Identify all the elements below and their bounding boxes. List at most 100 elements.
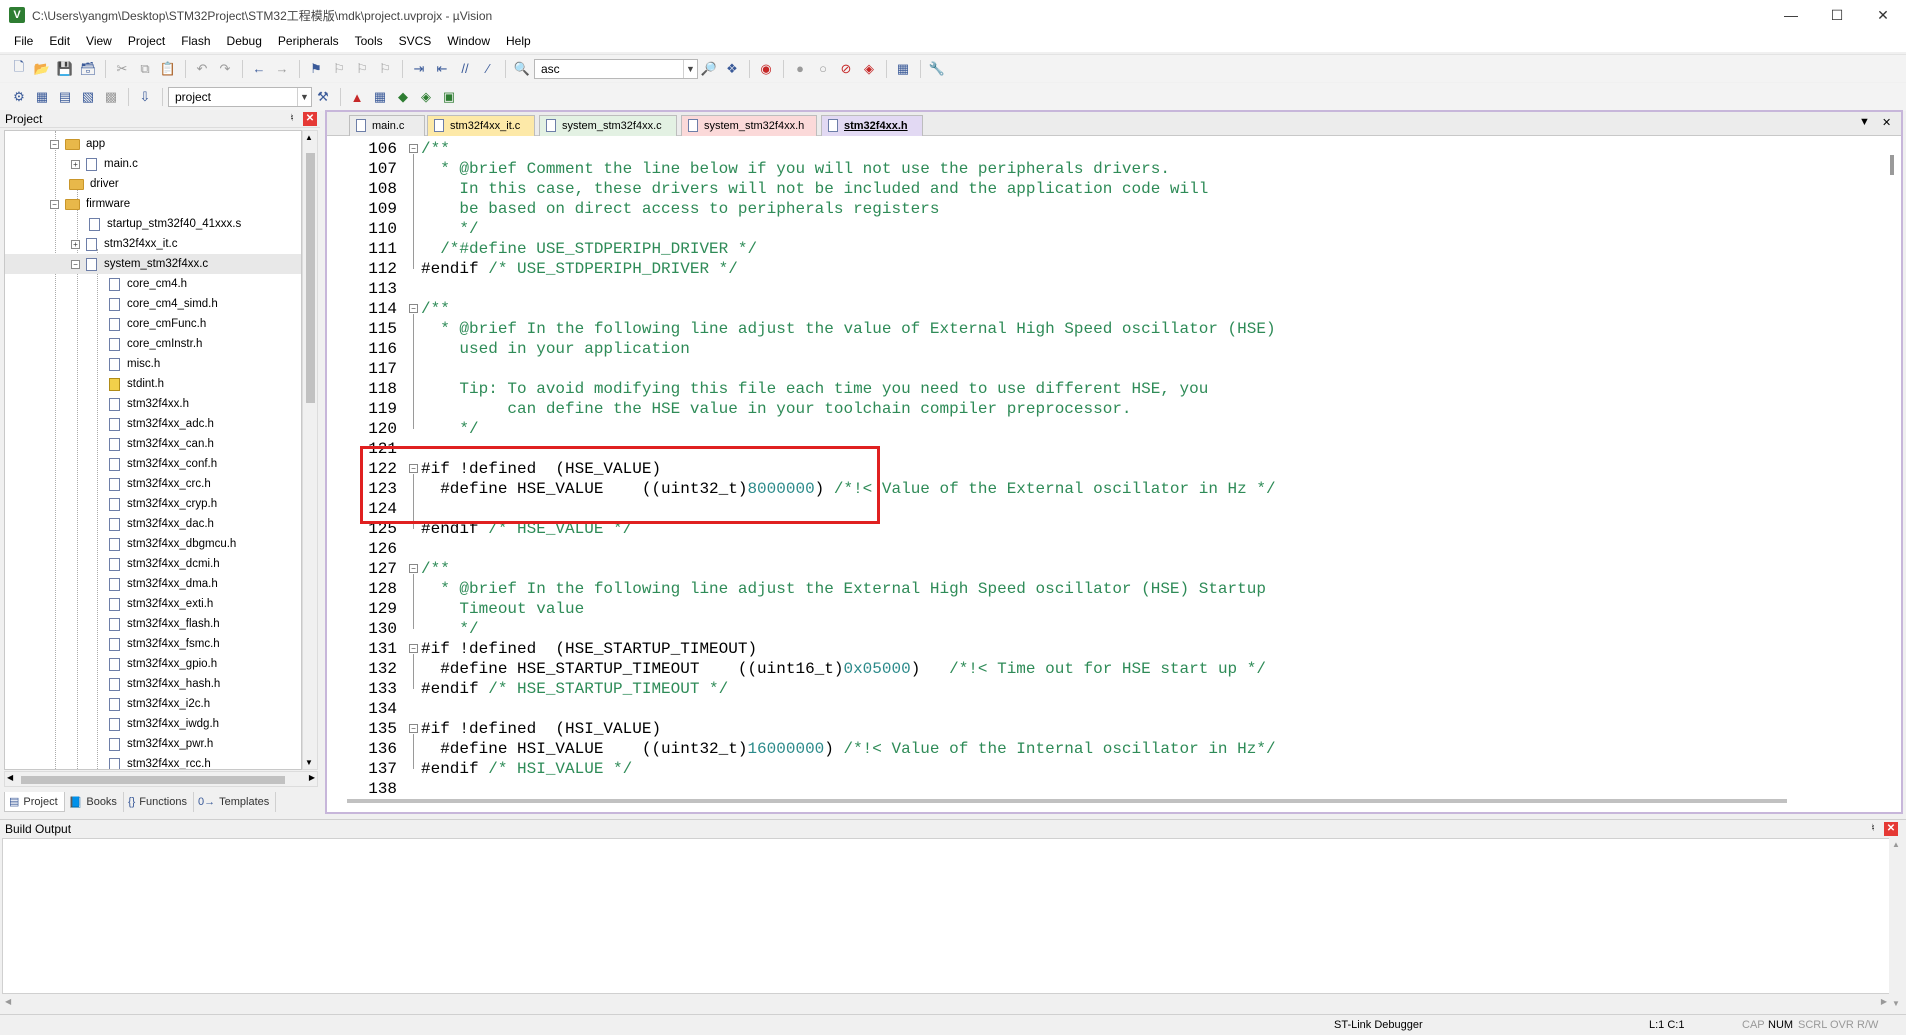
minimize-icon[interactable]: — — [1768, 0, 1814, 30]
target-combo[interactable]: project ▼ — [168, 87, 312, 107]
tree-item[interactable]: stdint.h — [5, 374, 301, 394]
menu-view[interactable]: View — [78, 34, 120, 48]
tab-main-c[interactable]: main.c — [349, 115, 425, 136]
scroll-down-icon[interactable]: ▼ — [305, 758, 313, 767]
tree-item[interactable]: core_cmInstr.h — [5, 334, 301, 354]
new-file-icon[interactable]: 🗋 — [8, 58, 30, 80]
menu-tools[interactable]: Tools — [347, 34, 391, 48]
target-options-icon[interactable]: ⚒ — [312, 86, 334, 108]
tree-item[interactable]: + stm32f4xx_it.c — [5, 234, 301, 254]
menu-project[interactable]: Project — [120, 34, 173, 48]
find-in-files-icon[interactable]: 🔍 — [511, 58, 533, 80]
tree-item[interactable]: − firmware — [5, 194, 301, 214]
close-icon[interactable]: ✕ — [1884, 822, 1898, 836]
scroll-left-icon[interactable]: ◀ — [7, 773, 13, 782]
collapse-icon[interactable]: − — [50, 199, 59, 209]
scroll-thumb[interactable] — [1890, 155, 1894, 175]
tree-item[interactable]: stm32f4xx_pwr.h — [5, 734, 301, 754]
select-packs-icon[interactable]: ◆ — [392, 86, 414, 108]
translate-icon[interactable]: ⚙ — [8, 86, 30, 108]
find-combo[interactable]: asc ▼ — [534, 58, 698, 79]
incremental-find-icon[interactable]: ❖ — [721, 58, 743, 80]
close-icon[interactable]: ✕ — [303, 112, 317, 126]
cut-icon[interactable]: ✂ — [111, 58, 133, 80]
manage-project-icon[interactable]: ▲ — [346, 86, 368, 108]
tab-functions[interactable]: {} Functions — [124, 792, 194, 812]
close-icon[interactable]: ✕ — [1860, 0, 1906, 30]
tab-list-dropdown-icon[interactable]: ▼ — [1859, 116, 1870, 128]
tree-item[interactable]: stm32f4xx_i2c.h — [5, 694, 301, 714]
collapse-icon[interactable]: − — [409, 564, 418, 573]
tree-item[interactable]: misc.h — [5, 354, 301, 374]
tab-system-stm32f4xx-h[interactable]: system_stm32f4xx.h — [681, 115, 817, 136]
collapse-icon[interactable]: − — [409, 644, 418, 653]
next-bookmark-icon[interactable]: ⚐ — [351, 58, 373, 80]
build-output-area[interactable] — [2, 838, 1890, 994]
tab-stm32f4xx-h[interactable]: stm32f4xx.h — [821, 115, 923, 136]
menu-peripherals[interactable]: Peripherals — [270, 34, 347, 48]
tree-item[interactable]: stm32f4xx_iwdg.h — [5, 714, 301, 734]
tree-item[interactable]: core_cm4_simd.h — [5, 294, 301, 314]
pin-icon[interactable]: ♮ — [1866, 822, 1880, 836]
tab-books[interactable]: 📘 Books — [65, 792, 124, 812]
tree-item[interactable]: stm32f4xx_dcmi.h — [5, 554, 301, 574]
scroll-thumb[interactable] — [21, 776, 285, 784]
debug-session-icon[interactable]: ◉ — [755, 58, 777, 80]
uncomment-icon[interactable]: ⁄ — [477, 58, 499, 80]
pin-icon[interactable]: ♮ — [285, 112, 299, 126]
prev-bookmark-icon[interactable]: ⚐ — [328, 58, 350, 80]
tree-item[interactable]: driver — [5, 174, 301, 194]
rebuild-icon[interactable]: ▤ — [54, 86, 76, 108]
scroll-up-icon[interactable]: ▲ — [1892, 840, 1900, 849]
collapse-icon[interactable]: − — [409, 304, 418, 313]
save-all-icon[interactable]: 🗃 — [77, 58, 99, 80]
build-output-horizontal-scrollbar[interactable]: ◀ ▶ — [2, 996, 1890, 1010]
chevron-down-icon[interactable]: ▼ — [297, 88, 311, 106]
editor-horizontal-scrollbar[interactable] — [347, 799, 1787, 803]
tab-system-stm32f4xx-c[interactable]: system_stm32f4xx.c — [539, 115, 677, 136]
redo-icon[interactable]: ↷ — [214, 58, 236, 80]
manage-components-icon[interactable]: ▦ — [369, 86, 391, 108]
tree-item[interactable]: core_cmFunc.h — [5, 314, 301, 334]
tree-item[interactable]: stm32f4xx_flash.h — [5, 614, 301, 634]
menu-debug[interactable]: Debug — [219, 34, 270, 48]
tab-stm32f4xx-it-c[interactable]: stm32f4xx_it.c — [427, 115, 535, 136]
tab-project[interactable]: ▤ Project — [4, 792, 65, 812]
tree-item[interactable]: stm32f4xx_rcc.h — [5, 754, 301, 769]
build-output-vertical-scrollbar[interactable]: ▲ ▼ — [1889, 838, 1904, 1010]
kill-breakpoints-icon[interactable]: ◈ — [858, 58, 880, 80]
pack-installer-icon[interactable]: ▣ — [438, 86, 460, 108]
tree-item[interactable]: stm32f4xx_can.h — [5, 434, 301, 454]
menu-file[interactable]: File — [6, 34, 41, 48]
paste-icon[interactable]: 📋 — [157, 58, 179, 80]
scroll-right-icon[interactable]: ▶ — [1881, 997, 1887, 1006]
menu-svcs[interactable]: SVCS — [391, 34, 440, 48]
tree-item[interactable]: stm32f4xx_crc.h — [5, 474, 301, 494]
scroll-thumb[interactable] — [306, 153, 315, 403]
scroll-down-icon[interactable]: ▼ — [1892, 999, 1900, 1008]
disable-breakpoints-icon[interactable]: ⊘ — [835, 58, 857, 80]
scroll-right-icon[interactable]: ▶ — [309, 773, 315, 782]
collapse-icon[interactable]: − — [71, 259, 80, 269]
tree-item[interactable]: stm32f4xx_adc.h — [5, 414, 301, 434]
batch-build-icon[interactable]: ▧ — [77, 86, 99, 108]
copy-icon[interactable]: ⧉ — [134, 58, 156, 80]
tree-horizontal-scrollbar[interactable]: ◀ ▶ — [4, 771, 318, 787]
open-file-icon[interactable]: 📂 — [31, 58, 53, 80]
tree-item[interactable]: stm32f4xx_cryp.h — [5, 494, 301, 514]
enable-breakpoint-icon[interactable]: ○ — [812, 58, 834, 80]
menu-window[interactable]: Window — [439, 34, 498, 48]
close-tab-icon[interactable]: ✕ — [1882, 116, 1891, 129]
navigate-back-icon[interactable]: ← — [248, 58, 270, 80]
tree-item[interactable]: stm32f4xx_dma.h — [5, 574, 301, 594]
tree-vertical-scrollbar[interactable]: ▲ ▼ — [302, 130, 318, 770]
tree-item[interactable]: stm32f4xx_conf.h — [5, 454, 301, 474]
collapse-icon[interactable]: − — [50, 139, 59, 149]
indent-icon[interactable]: ⇥ — [408, 58, 430, 80]
chevron-down-icon[interactable]: ▼ — [683, 59, 697, 78]
tree-item[interactable]: stm32f4xx_dac.h — [5, 514, 301, 534]
tree-item[interactable]: stm32f4xx_dbgmcu.h — [5, 534, 301, 554]
tab-templates[interactable]: 0→ Templates — [194, 792, 277, 812]
download-icon[interactable]: ⇩ — [134, 86, 156, 108]
insert-breakpoint-icon[interactable]: ● — [789, 58, 811, 80]
